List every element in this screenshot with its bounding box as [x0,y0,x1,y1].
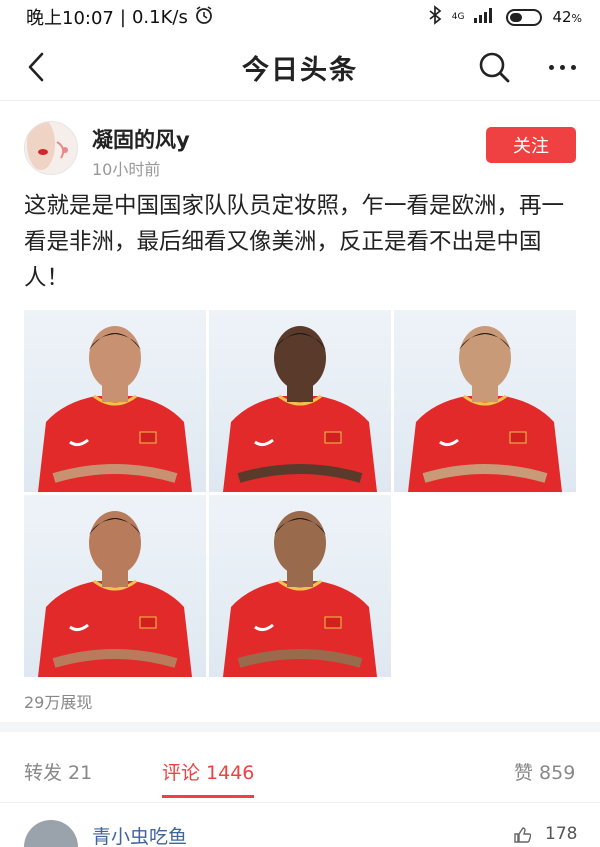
tab-comment[interactable]: 评论 1446 [162,758,254,785]
search-icon [479,52,510,83]
status-bar: 晚上10:07 | 0.1K/s 4G 42% [0,0,600,34]
active-tab-indicator [162,795,254,798]
tab-repost[interactable]: 转发 21 [24,758,92,785]
player-photo[interactable] [394,310,576,492]
commenter-avatar[interactable] [24,820,78,847]
player-photo-image [408,326,562,492]
more-dot-icon [570,64,576,70]
view-count: 29万展现 [24,693,93,712]
player-photo[interactable] [24,310,206,492]
post-text: 这就是是中国国家队队员定妆照，乍一看是欧洲，再一看是非洲，最后细看又像美洲，反正… [24,193,565,291]
battery-percent: 42% [552,8,582,26]
battery-fill [510,12,523,22]
tab-like[interactable]: 赞 859 [514,758,575,785]
alarm-icon [194,5,214,30]
player-photo[interactable] [209,495,391,677]
section-gap [0,722,600,732]
status-speed: 0.1K/s [131,6,188,28]
more-dot-icon [548,64,554,70]
chevron-left-icon [28,52,44,82]
like-icon[interactable] [513,826,532,844]
network-type: 4G [451,11,465,22]
signal-icon [474,7,496,27]
author-name[interactable]: 凝固的风y [92,124,190,154]
player-photo[interactable] [24,495,206,677]
battery-percent-value: 42 [552,8,572,26]
tab-divider [0,802,600,803]
player-photo-image [38,326,192,492]
status-left: 晚上10:07 | 0.1K/s [26,4,214,30]
player-photo-image [38,511,192,677]
page-title: 今日头条 [242,54,358,86]
back-button[interactable] [20,51,52,83]
post-time: 10小时前 [92,160,161,179]
battery-icon [506,8,543,26]
status-separator: | [119,6,126,28]
player-photo-image [223,326,377,492]
search-button[interactable] [476,49,512,85]
avatar-image [25,122,77,174]
more-dot-icon [559,64,565,70]
more-button[interactable] [542,49,582,85]
bluetooth-icon [428,5,442,29]
follow-button[interactable]: 关注 [486,127,576,163]
author-avatar[interactable] [24,121,78,175]
battery-percent-unit: % [571,12,582,25]
status-right: 4G 42% [428,5,582,29]
nav-divider [0,100,600,101]
top-nav: 今日头条 [0,34,600,100]
player-photo-image [223,511,377,677]
comment-like-count: 178 [545,824,578,844]
player-photo[interactable] [209,310,391,492]
commenter-name[interactable]: 青小虫吃鱼 [92,822,187,847]
status-time: 晚上10:07 [26,8,114,29]
